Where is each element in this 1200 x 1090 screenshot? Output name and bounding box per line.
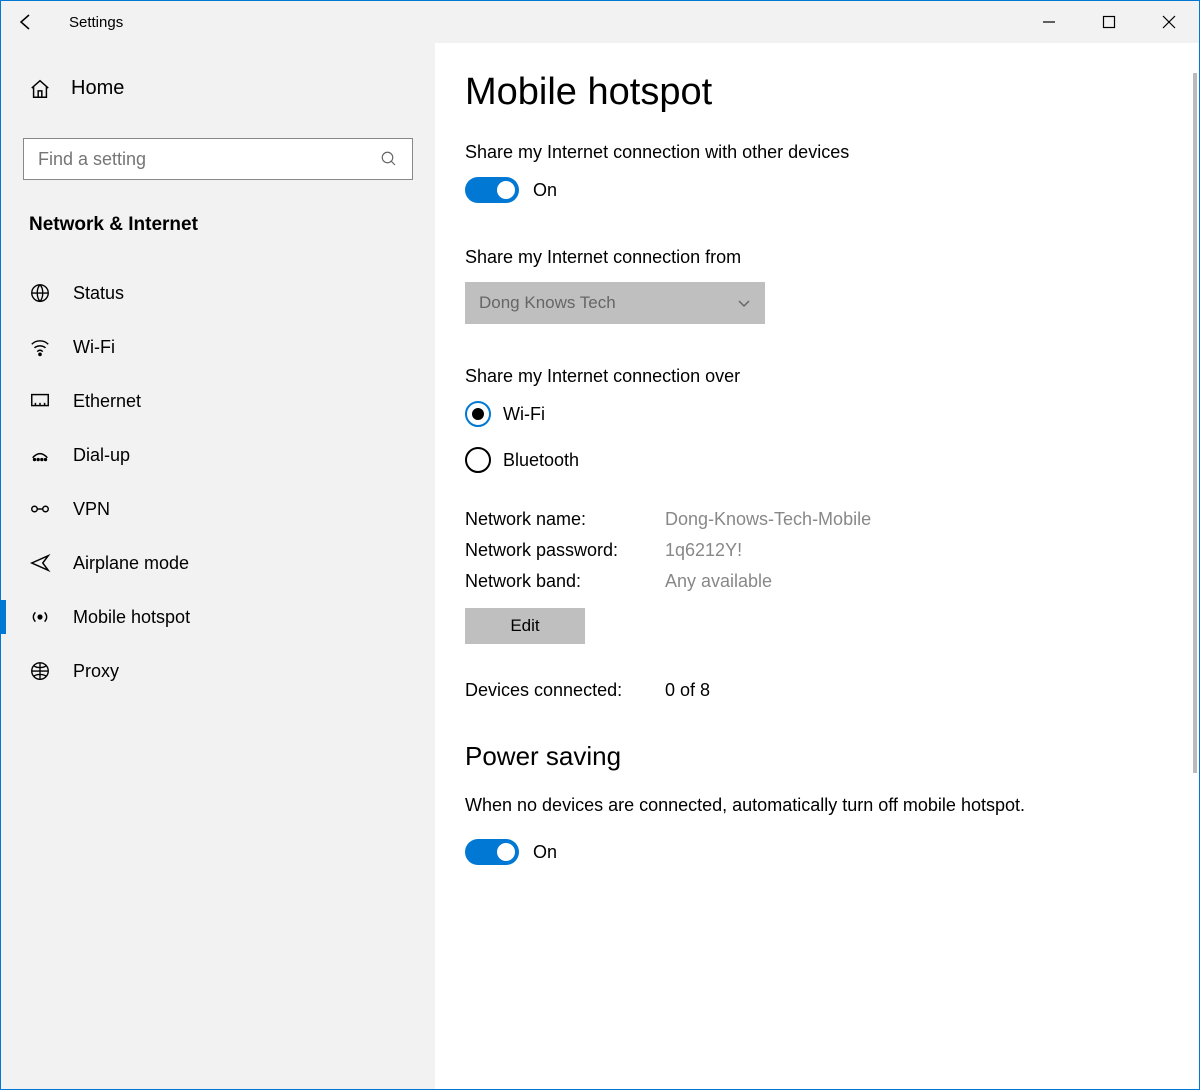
- hotspot-icon: [29, 606, 51, 628]
- network-name-value: Dong-Knows-Tech-Mobile: [665, 509, 871, 530]
- close-icon: [1162, 15, 1176, 29]
- from-dropdown-value: Dong Knows Tech: [479, 293, 737, 313]
- share-label: Share my Internet connection with other …: [465, 142, 1159, 163]
- radio-bluetooth[interactable]: Bluetooth: [465, 447, 1159, 473]
- sidebar-home[interactable]: Home: [23, 77, 413, 100]
- network-password-value: 1q6212Y!: [665, 540, 742, 561]
- from-label: Share my Internet connection from: [465, 247, 1159, 268]
- power-saving-toggle[interactable]: [465, 839, 519, 865]
- sidebar-item-vpn[interactable]: VPN: [23, 482, 413, 536]
- radio-wifi-control[interactable]: [465, 401, 491, 427]
- edit-button[interactable]: Edit: [465, 608, 585, 644]
- search-icon: [380, 150, 398, 168]
- power-saving-text: When no devices are connected, automatic…: [465, 792, 1065, 819]
- power-saving-toggle-state: On: [533, 842, 557, 863]
- page-title: Mobile hotspot: [465, 71, 1159, 114]
- sidebar-item-label: Wi-Fi: [73, 337, 115, 358]
- sidebar-item-wifi[interactable]: Wi-Fi: [23, 320, 413, 374]
- main-content: Mobile hotspot Share my Internet connect…: [435, 43, 1199, 1089]
- radio-bluetooth-control[interactable]: [465, 447, 491, 473]
- ethernet-icon: [29, 390, 51, 412]
- share-toggle-state: On: [533, 180, 557, 201]
- maximize-button[interactable]: [1079, 1, 1139, 43]
- arrow-left-icon: [16, 12, 36, 32]
- network-band-value: Any available: [665, 571, 772, 592]
- chevron-down-icon: [737, 296, 751, 310]
- vpn-icon: [29, 498, 51, 520]
- devices-connected-value: 0 of 8: [665, 680, 710, 701]
- sidebar-item-label: Dial-up: [73, 445, 130, 466]
- radio-wifi-label: Wi-Fi: [503, 404, 545, 425]
- sidebar-item-label: Proxy: [73, 661, 119, 682]
- network-name-label: Network name:: [465, 509, 665, 530]
- back-button[interactable]: [1, 1, 51, 43]
- sidebar-item-status[interactable]: Status: [23, 266, 413, 320]
- airplane-icon: [29, 552, 51, 574]
- radio-wifi[interactable]: Wi-Fi: [465, 401, 1159, 427]
- sidebar-item-label: Airplane mode: [73, 553, 189, 574]
- proxy-icon: [29, 660, 51, 682]
- search-box[interactable]: [23, 138, 413, 180]
- search-input[interactable]: [38, 149, 380, 170]
- minimize-button[interactable]: [1019, 1, 1079, 43]
- window-title: Settings: [69, 14, 123, 31]
- wifi-icon: [29, 336, 51, 358]
- sidebar-item-dialup[interactable]: Dial-up: [23, 428, 413, 482]
- titlebar: Settings: [1, 1, 1199, 43]
- sidebar-item-label: Ethernet: [73, 391, 141, 412]
- home-label: Home: [71, 77, 124, 100]
- power-saving-heading: Power saving: [465, 741, 1159, 772]
- maximize-icon: [1102, 15, 1116, 29]
- sidebar-item-ethernet[interactable]: Ethernet: [23, 374, 413, 428]
- devices-connected-label: Devices connected:: [465, 680, 665, 701]
- over-label: Share my Internet connection over: [465, 366, 1159, 387]
- sidebar-item-hotspot[interactable]: Mobile hotspot: [23, 590, 413, 644]
- close-button[interactable]: [1139, 1, 1199, 43]
- sidebar-item-proxy[interactable]: Proxy: [23, 644, 413, 698]
- sidebar: Home Network & Internet Status Wi-Fi Eth…: [1, 43, 435, 1089]
- share-toggle[interactable]: [465, 177, 519, 203]
- minimize-icon: [1042, 15, 1056, 29]
- home-icon: [29, 78, 51, 100]
- globe-icon: [29, 282, 51, 304]
- scrollbar[interactable]: [1193, 73, 1197, 773]
- sidebar-item-label: Mobile hotspot: [73, 607, 190, 628]
- sidebar-item-label: Status: [73, 283, 124, 304]
- sidebar-item-airplane[interactable]: Airplane mode: [23, 536, 413, 590]
- radio-bluetooth-label: Bluetooth: [503, 450, 579, 471]
- sidebar-section-header: Network & Internet: [23, 214, 413, 236]
- sidebar-item-label: VPN: [73, 499, 110, 520]
- network-password-label: Network password:: [465, 540, 665, 561]
- from-dropdown[interactable]: Dong Knows Tech: [465, 282, 765, 324]
- network-band-label: Network band:: [465, 571, 665, 592]
- window-controls: [1019, 1, 1199, 43]
- dialup-icon: [29, 444, 51, 466]
